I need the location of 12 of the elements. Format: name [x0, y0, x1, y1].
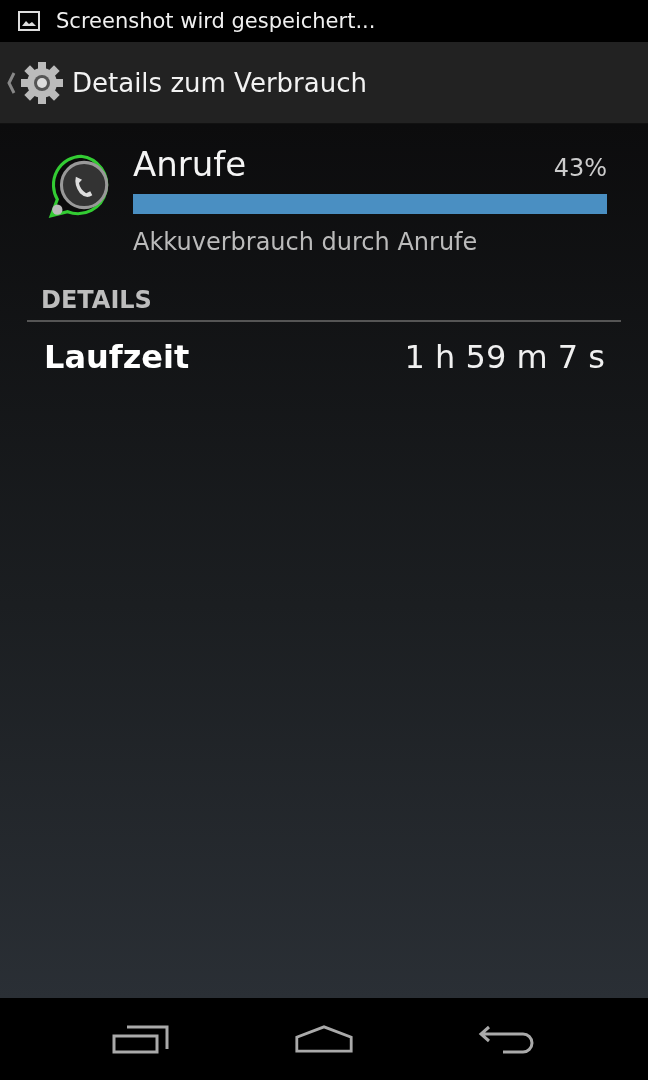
app-name: Anrufe: [133, 144, 247, 184]
detail-label: Laufzeit: [44, 338, 190, 376]
usage-percent: 43%: [553, 154, 607, 182]
home-icon[interactable]: [294, 1023, 354, 1055]
usage-description: Akkuverbrauch durch Anrufe: [133, 228, 479, 256]
image-icon: [18, 11, 40, 31]
section-header: DETAILS: [27, 286, 621, 322]
chevron-icon: [6, 70, 16, 95]
screen-title: Details zum Verbrauch: [72, 67, 367, 98]
recent-apps-icon[interactable]: [111, 1023, 172, 1055]
notification-text: Screenshot wird gespeichert...: [56, 9, 376, 33]
detail-value: 1 h 59 m 7 s: [404, 338, 605, 376]
